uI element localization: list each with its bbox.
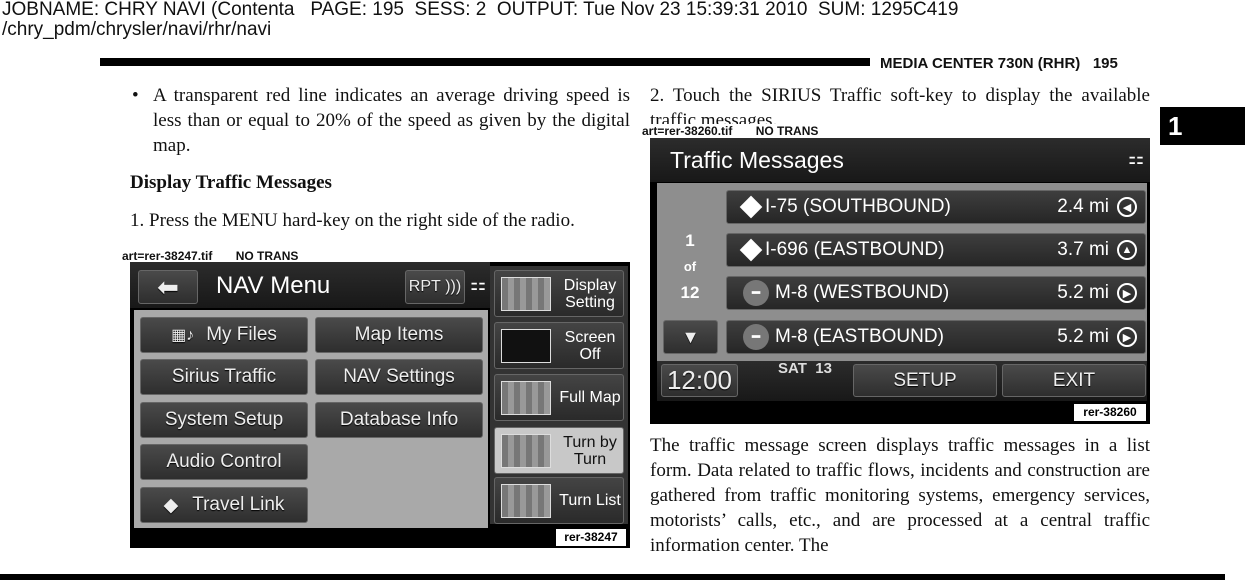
display-setting-icon [501, 276, 551, 311]
traffic-title: Traffic Messages [670, 147, 844, 173]
setup-button[interactable]: SETUP [853, 364, 997, 397]
header-rule [100, 58, 870, 66]
traffic-message-row[interactable]: ━ M-8 (WESTBOUND) 5.2 mi ▶ [726, 276, 1146, 310]
system-setup-button[interactable]: System Setup [140, 402, 308, 438]
page-number: 195 [1092, 55, 1118, 72]
button-label: Display Setting [563, 276, 617, 311]
running-head-title: MEDIA CENTER 730N (RHR) [880, 55, 1081, 72]
no-entry-icon: ━ [743, 324, 769, 350]
date: 13 [815, 360, 832, 377]
button-label: Travel Link [192, 494, 285, 515]
clock-display[interactable]: 12:00 [661, 364, 738, 397]
traffic-message-row[interactable]: I-696 (EASTBOUND) 3.7 mi ▲ [726, 233, 1146, 267]
road-name: M-8 (EASTBOUND) [775, 326, 944, 347]
display-setting-button[interactable]: Display Setting [494, 270, 624, 317]
bullet-icon: • [132, 85, 139, 106]
figure-id-label: rer-38247 [556, 529, 626, 546]
figure-caption: art=rer-38247.tif NO TRANS [122, 249, 299, 263]
chapter-tab: 1 [1160, 107, 1245, 145]
seat-icon: ⚏ [470, 274, 487, 294]
map-items-button[interactable]: Map Items [315, 317, 483, 353]
distance: 2.4 mi [1057, 196, 1109, 217]
screen-off-button[interactable]: Screen Off [494, 322, 624, 369]
page-current: 1 [685, 231, 695, 250]
my-files-button[interactable]: ▦♪ My Files [140, 317, 308, 353]
date-display: SAT 13 [778, 360, 832, 377]
traffic-description: The traffic message screen displays traf… [650, 435, 1150, 556]
travel-link-button[interactable]: ◆ Travel Link [140, 487, 308, 523]
map-thumbnail-icon [501, 433, 551, 468]
map-thumbnail-icon [501, 483, 551, 518]
info-icon [739, 238, 763, 262]
page-total: 12 [680, 283, 700, 302]
job-header-line1: JOBNAME: CHRY NAVI (Contenta PAGE: 195 S… [2, 0, 959, 20]
nav-menu-title: NAV Menu [216, 272, 331, 299]
road-name: I-75 (SOUTHBOUND) [765, 196, 951, 217]
triangle-down-icon: ▼ [681, 326, 700, 347]
button-label: Turn by Turn [563, 433, 617, 468]
distance: 3.7 mi [1057, 239, 1109, 260]
direction-arrow-icon: ▶ [1117, 283, 1137, 303]
screen-off-icon [501, 328, 551, 363]
rpt-button[interactable]: RPT ))) [405, 270, 465, 304]
database-info-button[interactable]: Database Info [315, 402, 483, 438]
figure-caption: art=rer-38260.tif NO TRANS [642, 124, 819, 138]
direction-arrow-icon: ◀ [1117, 197, 1137, 217]
scroll-down-button[interactable]: ▼ [663, 320, 718, 354]
distance: 5.2 mi [1057, 326, 1109, 347]
road-name: M-8 (WESTBOUND) [775, 282, 950, 303]
step-1: 1. Press the MENU hard-key on the right … [130, 210, 575, 231]
bullet-text: A transparent red line indicates an aver… [153, 85, 630, 156]
section-heading: Display Traffic Messages [130, 172, 332, 193]
distance: 5.2 mi [1057, 282, 1109, 303]
travel-link-icon: ◆ [163, 494, 179, 516]
seat-icon: ⚏ [1128, 148, 1145, 168]
back-arrow-icon[interactable]: ⬅ [138, 270, 198, 304]
construction-icon [739, 195, 763, 219]
nav-menu-screenshot: ⬅ NAV Menu RPT ))) ⚏ ▦♪ My Files Map Item… [130, 262, 630, 548]
traffic-messages-screenshot: Traffic Messages ⚏ 1 of 12 ▼ I-75 (SOUTH… [650, 138, 1150, 424]
traffic-message-row[interactable]: I-75 (SOUTHBOUND) 2.4 mi ◀ [726, 190, 1146, 224]
button-label: Full Map [559, 389, 621, 406]
traffic-message-row[interactable]: ━ M-8 (EASTBOUND) 5.2 mi ▶ [726, 320, 1146, 354]
nav-settings-button[interactable]: NAV Settings [315, 359, 483, 395]
job-header-line2: /chry_pdm/chrysler/navi/rhr/navi [2, 19, 272, 40]
audio-control-button[interactable]: Audio Control [140, 444, 308, 480]
direction-arrow-icon: ▶ [1117, 327, 1137, 347]
running-head: MEDIA CENTER 730N (RHR) 195 [880, 55, 1118, 72]
button-label: Turn List [559, 492, 621, 509]
footer-rule [0, 574, 1225, 580]
direction-arrow-icon: ▲ [1117, 240, 1137, 260]
bullet-item: • A transparent red line indicates an av… [130, 83, 630, 158]
day: SAT [778, 360, 807, 377]
figure-id-label: rer-38260 [1074, 404, 1146, 421]
rpt-label: RPT [408, 278, 441, 295]
files-icon: ▦♪ [171, 327, 195, 344]
button-label: My Files [206, 324, 277, 345]
no-entry-icon: ━ [743, 280, 769, 306]
full-map-button[interactable]: Full Map [494, 374, 624, 421]
exit-button[interactable]: EXIT [1002, 364, 1146, 397]
button-label: Screen Off [564, 328, 616, 363]
turn-list-button[interactable]: Turn List [494, 477, 624, 524]
page-of: of [683, 259, 697, 274]
turn-by-turn-button[interactable]: Turn by Turn [494, 427, 624, 474]
road-name: I-696 (EASTBOUND) [765, 239, 945, 260]
map-thumbnail-icon [501, 380, 551, 415]
sirius-traffic-button[interactable]: Sirius Traffic [140, 359, 308, 395]
page-indicator: 1 of 12 [660, 228, 720, 306]
